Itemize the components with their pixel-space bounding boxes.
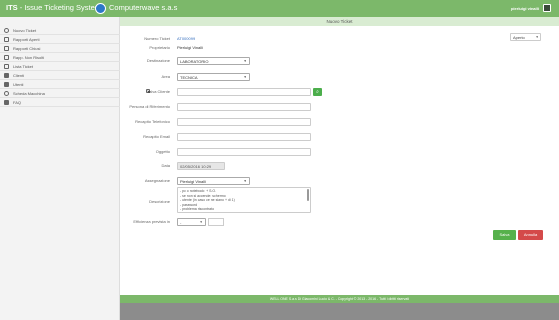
- persona-label: Persona di Riferimento: [129, 104, 170, 109]
- save-button[interactable]: Salva: [493, 230, 516, 240]
- sidebar-item-label: Rapp. Non Risolti: [13, 55, 45, 60]
- efficienza-label: Efficienza prevista in: [133, 219, 170, 224]
- recapito-tel-label: Recapito Telefonico: [135, 119, 170, 124]
- sidebar-item-label: Rapporti Chiusi: [13, 46, 41, 51]
- sidebar-item-faq[interactable]: FAQ: [0, 98, 120, 107]
- destinazione-select[interactable]: LABORATORIO ▾: [177, 57, 250, 65]
- area-select[interactable]: TECNICA ▾: [177, 73, 250, 81]
- company-logo-icon: [95, 3, 106, 14]
- brand-subtitle: - Issue Ticketing System: [19, 3, 102, 12]
- assegnazione-select[interactable]: Pierluigi Vinalli ▾: [177, 177, 250, 185]
- brand-name: ITS: [6, 3, 18, 12]
- document-icon: [4, 37, 9, 42]
- user-icon: [4, 82, 9, 87]
- chevron-down-icon: ▾: [536, 35, 538, 39]
- sidebar-item-label: Scheda Macchina: [13, 91, 45, 96]
- sidebar-item-label: Rapporti Aperti: [13, 37, 40, 42]
- document-icon: [4, 55, 9, 60]
- numero-ticket-label: Numero Ticket: [144, 36, 170, 41]
- destinazione-value: LABORATORIO: [180, 59, 209, 64]
- sidebar-item-rapporti-chiusi[interactable]: Rapporti Chiusi: [0, 44, 120, 53]
- company-name: Computerwave s.a.s: [109, 3, 178, 12]
- sidebar-item-scheda-macchina[interactable]: Scheda Macchina: [0, 89, 120, 98]
- footer: WELL ONE S.a.s Di Giacomini Lucio & C. -…: [120, 295, 559, 303]
- logout-icon[interactable]: [543, 4, 551, 12]
- user-name[interactable]: pierluigi vinalli: [511, 6, 539, 11]
- brand-title: ITS - Issue Ticketing System: [6, 3, 101, 12]
- chevron-down-icon: ▾: [244, 75, 246, 79]
- descrizione-line: - problema riscontrato: [180, 207, 215, 211]
- top-bar: ITS - Issue Ticketing System Computerwav…: [0, 0, 559, 17]
- sidebar-item-rapp-non-risolti[interactable]: Rapp. Non Risolti: [0, 53, 120, 62]
- data-field: 02/05/2016 10:29: [177, 162, 225, 170]
- persona-input[interactable]: [177, 103, 311, 111]
- recapito-tel-input[interactable]: [177, 118, 311, 126]
- oggetto-label: Oggetto: [155, 149, 170, 154]
- efficienza-input[interactable]: [208, 218, 224, 226]
- salva-cliente-label: Salva Cliente: [146, 89, 170, 94]
- data-value: 02/05/2016 10:29: [180, 164, 212, 169]
- page-title: Nuovo Ticket: [326, 19, 353, 24]
- sidebar-item-label: Nuovo Ticket: [13, 28, 37, 33]
- textarea-scrollbar[interactable]: [307, 189, 309, 201]
- gear-icon: [4, 91, 9, 96]
- cliente-input[interactable]: [177, 88, 311, 96]
- search-icon[interactable]: ⌕: [313, 88, 322, 96]
- document-icon: [4, 46, 9, 51]
- sidebar-item-utenti[interactable]: Utenti: [0, 80, 120, 89]
- main-content: Nuovo Ticket Aperto ▾ Numero Ticket AT00…: [120, 17, 559, 295]
- sidebar-item-lista-ticket[interactable]: Lista Ticket: [0, 62, 120, 71]
- sidebar-item-label: Clienti: [13, 73, 25, 78]
- users-icon: [4, 73, 9, 78]
- chevron-down-icon: ▾: [244, 59, 246, 63]
- proprietario-label: Proprietario: [149, 45, 170, 50]
- descrizione-textarea[interactable]: - pc o notebook: + S.O. - se non si acce…: [177, 187, 311, 213]
- cancel-button[interactable]: Annulla: [518, 230, 543, 240]
- sidebar: Nuovo Ticket Rapporti Aperti Rapporti Ch…: [0, 17, 120, 320]
- sidebar-item-nuovo-ticket[interactable]: Nuovo Ticket: [0, 26, 120, 35]
- chevron-down-icon: ▾: [200, 220, 202, 224]
- efficienza-select[interactable]: - ▾: [177, 218, 206, 226]
- destinazione-label: Destinazione: [146, 58, 170, 63]
- list-icon: [4, 64, 9, 69]
- area-label: Area: [161, 74, 170, 79]
- chevron-down-icon: ▾: [244, 179, 246, 183]
- assegnazione-value: Pierluigi Vinalli: [180, 179, 206, 184]
- status-value: Aperto: [513, 35, 525, 40]
- recapito-email-input[interactable]: [177, 133, 311, 141]
- status-select[interactable]: Aperto ▾: [510, 33, 541, 41]
- assegnazione-label: Assegnazione: [144, 178, 170, 183]
- sidebar-item-label: Utenti: [13, 82, 24, 87]
- efficienza-value: -: [180, 220, 182, 225]
- sidebar-item-clienti[interactable]: Clienti: [0, 71, 120, 80]
- page-title-bar: Nuovo Ticket: [120, 17, 559, 26]
- proprietario-value: Pierluigi Vinalli: [177, 45, 203, 50]
- numero-ticket-value: AT000099: [177, 36, 196, 41]
- data-label: Data: [161, 163, 170, 168]
- sidebar-item-label: Lista Ticket: [13, 64, 34, 69]
- recapito-email-label: Recapito Email: [143, 134, 170, 139]
- plus-circle-icon: [4, 28, 9, 33]
- sidebar-item-label: FAQ: [13, 100, 22, 105]
- area-value: TECNICA: [180, 75, 198, 80]
- comment-icon: [4, 100, 9, 105]
- sidebar-item-rapporti-aperti[interactable]: Rapporti Aperti: [0, 35, 120, 44]
- oggetto-input[interactable]: [177, 148, 311, 156]
- descrizione-label: Descrizione: [149, 199, 170, 204]
